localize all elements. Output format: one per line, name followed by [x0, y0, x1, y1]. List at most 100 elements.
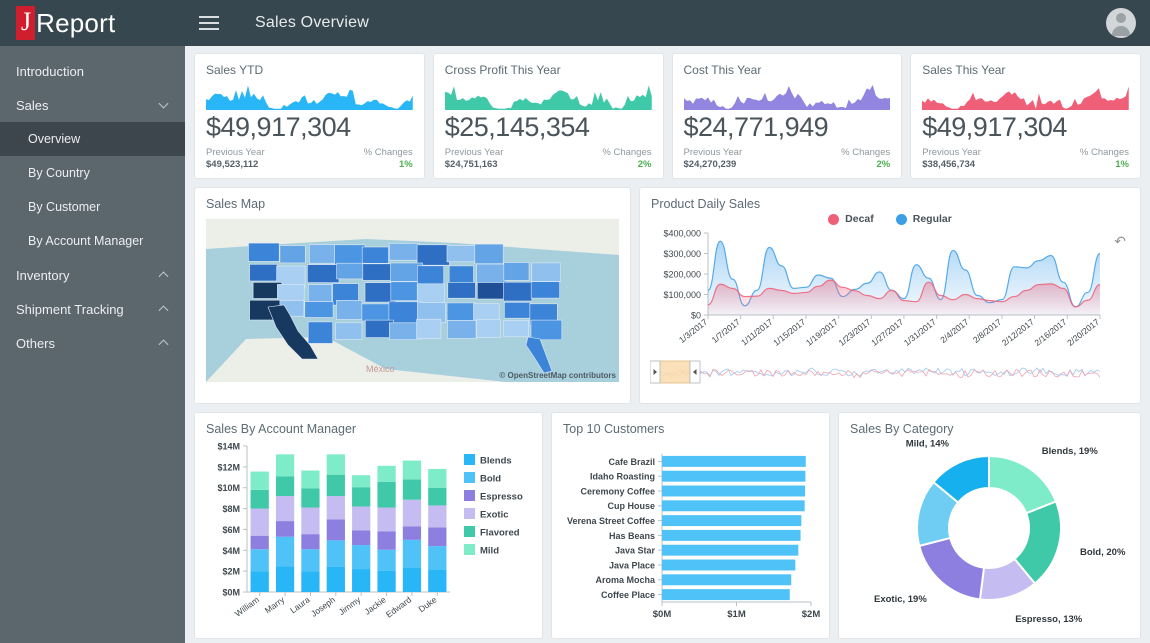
card-title: Sales By Account Manager — [195, 413, 542, 436]
svg-text:$1M: $1M — [727, 609, 746, 620]
svg-text:1/15/2017: 1/15/2017 — [771, 317, 807, 348]
card-title: Top 10 Customers — [552, 413, 829, 436]
dashboard-root: J Report Sales Overview Introduction Sal… — [0, 0, 1150, 643]
sidebar-item-label: Shipment Tracking — [16, 302, 124, 317]
svg-text:Espresso: Espresso — [480, 492, 523, 503]
kpi-card-cost-this-year[interactable]: Cost This Year $24,771,949 Previous Year… — [673, 54, 902, 178]
chart-legend: Decaf Regular — [640, 213, 1140, 225]
svg-text:2/16/2017: 2/16/2017 — [1033, 317, 1069, 348]
kpi-pct-value: 2% — [877, 159, 891, 170]
sales-by-account-manager-card: Sales By Account Manager $0M$2M$4M$6M$8M… — [195, 413, 542, 638]
svg-text:Flavored: Flavored — [480, 528, 520, 539]
kpi-pct-value: 1% — [399, 159, 413, 170]
kpi-label: Cross Profit This Year — [445, 54, 652, 77]
chevron-up-icon — [159, 339, 169, 349]
svg-text:2/4/2017: 2/4/2017 — [938, 317, 970, 345]
sidebar-item-inventory[interactable]: Inventory — [0, 258, 185, 292]
range-slider[interactable] — [650, 359, 1130, 385]
svg-text:1/19/2017: 1/19/2017 — [804, 317, 840, 348]
legend-swatch-regular — [896, 214, 907, 225]
product-daily-sales-card: Product Daily Sales Decaf Regular $0$100… — [640, 188, 1140, 403]
svg-text:Cafe Brazil: Cafe Brazil — [608, 457, 655, 467]
svg-text:1/7/2017: 1/7/2017 — [710, 317, 742, 345]
legend-item-regular[interactable]: Regular — [896, 213, 952, 225]
svg-text:Aroma Mocha: Aroma Mocha — [595, 575, 656, 585]
sidebar-item-by-account-manager[interactable]: By Account Manager — [0, 224, 185, 258]
svg-text:$6M: $6M — [222, 525, 240, 535]
app-logo[interactable]: J Report — [0, 6, 185, 40]
user-avatar-icon[interactable] — [1106, 8, 1136, 38]
sparkline-chart — [206, 83, 413, 110]
svg-text:$2M: $2M — [802, 609, 821, 620]
kpi-prev-label: Previous Year — [445, 147, 504, 158]
us-choropleth-map[interactable]: México © OpenStreetMap contributors — [206, 219, 619, 382]
svg-text:Java Place: Java Place — [609, 560, 655, 570]
svg-text:$200,000: $200,000 — [663, 270, 701, 280]
kpi-prev-value: $24,751,163 — [445, 159, 498, 170]
kpi-pct-value: 2% — [638, 159, 652, 170]
kpi-card-cross-profit[interactable]: Cross Profit This Year $25,145,354 Previ… — [434, 54, 663, 178]
stacked-bar-chart[interactable]: $0M$2M$4M$6M$8M$10M$12M$14MWilliamMarryL… — [195, 436, 542, 641]
kpi-value: $24,771,949 — [684, 111, 891, 143]
sidebar-item-by-country[interactable]: By Country — [0, 156, 185, 190]
kpi-card-sales-ytd[interactable]: Sales YTD $49,917,304 Previous Year % Ch… — [195, 54, 424, 178]
kpi-card-sales-this-year[interactable]: Sales This Year $49,917,304 Previous Yea… — [911, 54, 1140, 178]
kpi-label: Sales This Year — [922, 54, 1129, 77]
svg-text:Blends, 19%: Blends, 19% — [1042, 446, 1099, 457]
sales-map-card: Sales Map México © OpenStreetMap contrib… — [195, 188, 630, 403]
sidebar-item-label: By Customer — [28, 200, 100, 214]
kpi-label: Cost This Year — [684, 54, 891, 77]
kpi-pct-value: 1% — [1115, 159, 1129, 170]
sidebar-item-label: By Account Manager — [28, 234, 143, 248]
sidebar-item-label: Inventory — [16, 268, 69, 283]
sidebar-item-overview[interactable]: Overview — [0, 122, 185, 156]
sparkline-chart — [922, 83, 1129, 110]
sidebar-item-sales[interactable]: Sales — [0, 88, 185, 122]
svg-text:Mild: Mild — [480, 546, 499, 557]
sidebar-item-others[interactable]: Others — [0, 326, 185, 360]
sidebar-item-label: By Country — [28, 166, 90, 180]
sidebar-item-label: Others — [16, 336, 55, 351]
svg-text:1/27/2017: 1/27/2017 — [869, 317, 905, 348]
kpi-pct-label: % Changes — [364, 147, 413, 158]
map-label-mexico: México — [366, 364, 395, 374]
legend-item-decaf[interactable]: Decaf — [828, 213, 874, 225]
daily-sales-plot[interactable]: $0$100,000$200,000$300,000$400,0001/3/20… — [646, 227, 1132, 357]
svg-text:Bold, 20%: Bold, 20% — [1080, 547, 1126, 558]
svg-text:$10M: $10M — [217, 483, 240, 493]
svg-text:$400,000: $400,000 — [663, 229, 701, 239]
sidebar-item-introduction[interactable]: Introduction — [0, 54, 185, 88]
svg-text:$4M: $4M — [222, 546, 240, 556]
svg-text:$2M: $2M — [222, 567, 240, 577]
donut-chart[interactable]: Blends, 19%Bold, 20%Espresso, 13%Exotic,… — [839, 436, 1140, 641]
svg-text:2/20/2017: 2/20/2017 — [1065, 317, 1101, 348]
svg-text:$300,000: $300,000 — [663, 249, 701, 259]
hamburger-icon[interactable] — [189, 16, 229, 30]
sidebar-item-shipment-tracking[interactable]: Shipment Tracking — [0, 292, 185, 326]
dashboard-content: Sales YTD $49,917,304 Previous Year % Ch… — [185, 46, 1150, 643]
horizontal-bar-chart[interactable]: Cafe Brazil Idaho Roasting Ceremony Coffee… — [552, 436, 829, 641]
map-attribution: © OpenStreetMap contributors — [499, 371, 616, 380]
logo-wordmark: Report — [35, 8, 115, 39]
sidebar-item-by-customer[interactable]: By Customer — [0, 190, 185, 224]
kpi-value: $25,145,354 — [445, 111, 652, 143]
kpi-prev-value: $24,270,239 — [684, 159, 737, 170]
logo-j-mark: J — [16, 6, 35, 40]
kpi-pct-label: % Changes — [1080, 147, 1129, 158]
kpi-prev-label: Previous Year — [206, 147, 265, 158]
svg-text:Exotic, 19%: Exotic, 19% — [874, 594, 927, 605]
svg-text:Mild, 14%: Mild, 14% — [906, 438, 950, 449]
kpi-row: Sales YTD $49,917,304 Previous Year % Ch… — [195, 54, 1140, 178]
sidebar-item-label: Introduction — [16, 64, 84, 79]
top-bar: J Report Sales Overview — [0, 0, 1150, 46]
kpi-prev-value: $49,523,112 — [206, 159, 258, 170]
svg-text:Verena Street Coffee: Verena Street Coffee — [567, 516, 655, 526]
undo-reset-icon[interactable]: ↶ — [1114, 233, 1126, 250]
svg-text:Idaho Roasting: Idaho Roasting — [590, 472, 655, 482]
svg-text:2/12/2017: 2/12/2017 — [1000, 317, 1036, 348]
kpi-value: $49,917,304 — [206, 111, 413, 143]
sparkline-chart — [445, 83, 652, 110]
svg-text:Ceremony Coffee: Ceremony Coffee — [580, 486, 655, 496]
bottom-row: Sales By Account Manager $0M$2M$4M$6M$8M… — [195, 413, 1140, 638]
svg-text:1/11/2017: 1/11/2017 — [739, 317, 775, 348]
